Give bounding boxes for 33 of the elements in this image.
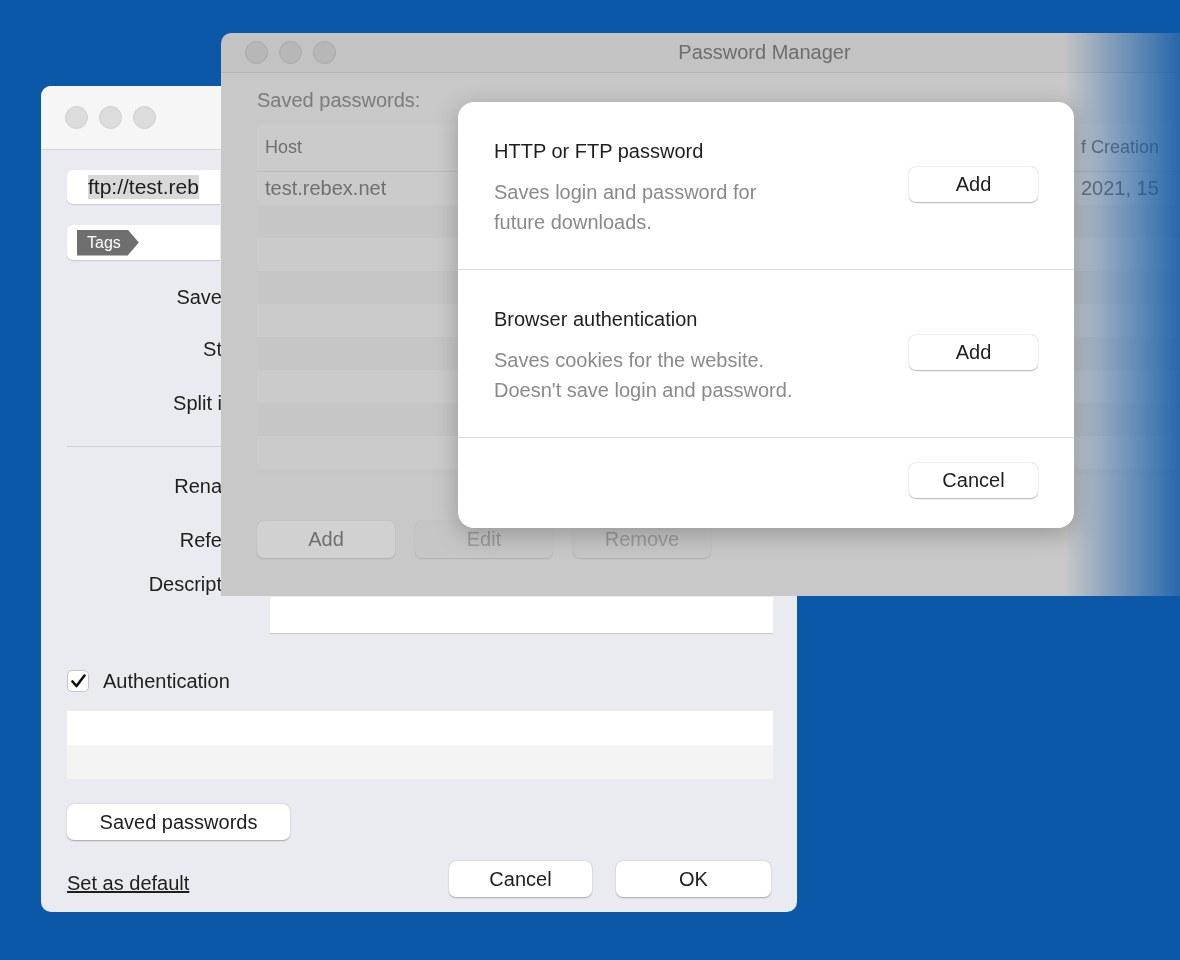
field-label: Descript <box>147 573 222 596</box>
checkbox-label: Authentication <box>103 669 230 693</box>
checkmark-icon <box>70 674 86 688</box>
cancel-button[interactable]: Cancel <box>909 462 1038 498</box>
set-default-link[interactable]: Set as default <box>67 871 190 895</box>
field-label: Split i <box>172 391 222 415</box>
ok-button[interactable]: OK <box>616 861 771 897</box>
option-description: Saves login and password for future downloads. <box>494 180 758 235</box>
field-label: St <box>202 337 222 361</box>
description-field[interactable] <box>270 597 773 634</box>
table-cell: test.rebex.net <box>265 177 387 200</box>
option-title: HTTP or FTP password <box>494 140 705 163</box>
url-field[interactable]: ftp://test.reb <box>67 170 220 204</box>
window-control-icon[interactable] <box>133 106 156 129</box>
section-heading: Saved passwords: <box>257 89 422 112</box>
window-control-icon[interactable] <box>313 41 336 64</box>
option-description: Saves cookies for the website. Doesn't save login and password. <box>494 348 794 403</box>
window-control-icon[interactable] <box>65 106 88 129</box>
cancel-button[interactable]: Cancel <box>449 861 592 897</box>
add-button[interactable]: Add <box>909 335 1038 370</box>
saved-passwords-button[interactable]: Saved passwords <box>67 804 290 840</box>
window-control-icon[interactable] <box>99 106 122 129</box>
tags-field[interactable]: Tags <box>67 225 220 260</box>
field-label: Save <box>175 285 222 309</box>
window-control-icon[interactable] <box>245 41 268 64</box>
window-control-icon[interactable] <box>279 41 302 64</box>
tag-chip: Tags <box>77 229 139 256</box>
checkbox[interactable] <box>67 670 89 692</box>
field-label: Rena <box>173 474 222 498</box>
field-label: Refe <box>178 528 222 552</box>
option-title: Browser authentication <box>494 308 699 331</box>
add-button[interactable]: Add <box>909 167 1038 202</box>
window-title: Password Manager <box>678 41 851 64</box>
